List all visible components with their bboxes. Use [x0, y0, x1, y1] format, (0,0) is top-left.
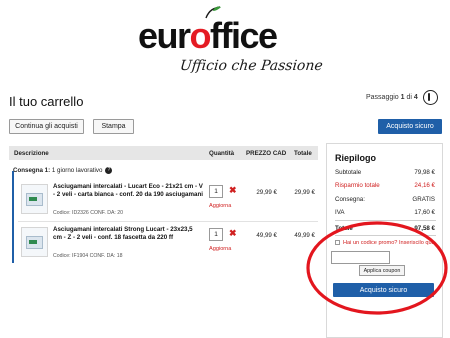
page-title: Il tuo carrello — [9, 94, 84, 109]
unit-price: 29,99 € — [256, 189, 277, 196]
brand-wordmark-cherry: o — [189, 15, 212, 56]
line-total: 29,99 € — [294, 189, 315, 196]
cart-item: Asciugamani intercalati - Lucart Eco - 2… — [18, 181, 318, 219]
delivery-timeline — [12, 171, 14, 263]
summary-row-savings: Risparmio totale 24,16 € — [335, 182, 435, 189]
summary-divider — [335, 235, 436, 236]
summary-row-subtotal: Subtotale 79,98 € — [335, 169, 435, 176]
summary-value: 24,16 € — [414, 182, 435, 189]
row-divider — [18, 221, 318, 222]
coupon-code-input[interactable] — [331, 251, 390, 264]
unit-price: 49,99 € — [256, 232, 277, 239]
summary-row-vat: IVA 17,60 € — [335, 209, 435, 216]
summary-value: 79,98 € — [414, 169, 435, 176]
step-total: 4 — [413, 94, 418, 101]
delivery-value: 1 giorno lavorativo — [50, 167, 103, 175]
summary-label: Subtotale — [335, 169, 362, 176]
product-name[interactable]: Asciugamani intercalati Strong Lucart - … — [53, 226, 203, 242]
coupon-toggle[interactable]: Hai un codice promo? Inseriscilo qui — [335, 240, 433, 246]
header-total: Totale — [294, 150, 312, 157]
coupon-checkbox[interactable] — [335, 240, 340, 246]
step-progress-ring-icon — [423, 90, 438, 105]
summary-value: 17,60 € — [414, 209, 435, 216]
secure-purchase-button-top[interactable]: Acquisto sicuro — [378, 119, 442, 134]
coupon-question: Hai un codice promo? Inseriscilo qui — [343, 240, 433, 246]
update-quantity-link[interactable]: Aggiorna — [209, 203, 231, 209]
summary-value: GRATIS — [412, 196, 435, 203]
summary-value: 97,58 € — [414, 225, 435, 232]
summary-label: IVA — [335, 209, 345, 216]
update-quantity-link[interactable]: Aggiorna — [209, 246, 231, 252]
checkout-step-indicator: Passaggio 1 di 4 — [366, 94, 418, 101]
summary-label: Totale — [335, 225, 353, 232]
step-prefix: Passaggio — [366, 94, 401, 101]
brand-wordmark-left: eur — [138, 15, 191, 56]
product-image[interactable] — [21, 184, 48, 214]
product-code: Codice: ID2326 CONF. DA: 20 — [53, 210, 124, 216]
cart-table-header: Descrizione Quantità PREZZO CAD Totale — [9, 146, 318, 160]
apply-coupon-button[interactable]: Applica coupon — [359, 265, 405, 276]
delivery-group-label: Consegna 1: 1 giorno lavorativo? — [13, 167, 113, 175]
product-image[interactable] — [21, 227, 48, 257]
remove-item-icon[interactable]: ✖ — [229, 186, 237, 195]
delivery-label: Consegna 1: — [13, 167, 51, 175]
remove-item-icon[interactable]: ✖ — [229, 229, 237, 238]
header-quantity: Quantità — [209, 150, 235, 157]
product-name[interactable]: Asciugamani intercalati - Lucart Eco - 2… — [53, 183, 203, 199]
brand-wordmark: euroffice — [138, 15, 278, 56]
step-separator: di — [404, 94, 414, 101]
cart-item: Asciugamani intercalati Strong Lucart - … — [18, 224, 318, 262]
product-code: Codice: IF1904 CONF. DA: 18 — [53, 253, 123, 259]
header-description: Descrizione — [14, 150, 49, 157]
brand-logo[interactable]: euroffice Ufficio che Passione — [0, 4, 450, 84]
line-total: 49,99 € — [294, 232, 315, 239]
brand-wordmark-right: ffice — [210, 15, 278, 56]
summary-label: Risparmio totale — [335, 182, 380, 189]
header-price-cad: PREZZO CAD — [246, 150, 287, 157]
secure-purchase-button-summary[interactable]: Acquisto sicuro — [333, 283, 434, 297]
quantity-input[interactable]: 1 — [209, 185, 223, 198]
help-icon[interactable]: ? — [105, 167, 113, 174]
print-button[interactable]: Stampa — [93, 119, 134, 134]
summary-row-delivery: Consegna: GRATIS — [335, 196, 435, 203]
summary-row-total: Totale 97,58 € — [335, 225, 435, 232]
continue-shopping-button[interactable]: Continua gli acquisti — [9, 119, 84, 134]
summary-divider — [335, 220, 436, 221]
brand-tagline: Ufficio che Passione — [179, 58, 324, 74]
summary-title: Riepilogo — [335, 153, 376, 163]
summary-label: Consegna: — [335, 196, 365, 203]
quantity-input[interactable]: 1 — [209, 228, 223, 241]
